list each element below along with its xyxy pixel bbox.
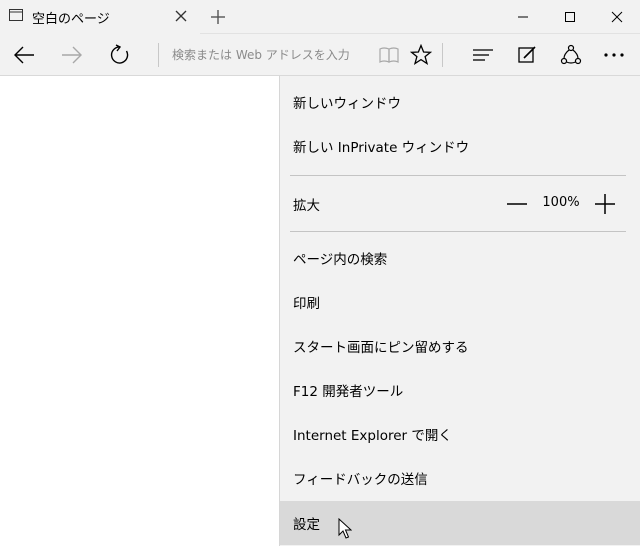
address-bar[interactable]: [160, 34, 375, 76]
page-content-bottom: [279, 546, 640, 556]
minimize-icon: [518, 16, 528, 18]
address-divider: [158, 43, 159, 67]
tab-close-icon[interactable]: [174, 9, 188, 23]
menu-separator: [290, 231, 626, 232]
new-tab-icon[interactable]: [205, 4, 231, 30]
menu-item-label: 新しい InPrivate ウィンドウ: [293, 140, 470, 156]
hub-button[interactable]: [463, 34, 503, 76]
zoom-out-button[interactable]: [502, 190, 532, 218]
tab-title: 空白のページ: [32, 12, 110, 27]
menu-item-label: Internet Explorer で開く: [293, 428, 452, 444]
zoom-value: 100%: [542, 195, 580, 210]
maximize-button[interactable]: [547, 0, 593, 34]
menu-item-print[interactable]: 印刷: [280, 280, 640, 324]
more-actions-menu: 新しいウィンドウ 新しい InPrivate ウィンドウ 拡大 100% ページ…: [279, 76, 640, 546]
navigation-bar: [0, 34, 640, 76]
address-input[interactable]: [172, 46, 372, 64]
menu-item-label: ページ内の検索: [293, 252, 388, 268]
zoom-row: 拡大 100%: [280, 176, 640, 232]
menu-item-f12-developer-tools[interactable]: F12 開発者ツール: [280, 368, 640, 412]
menu-item-label: F12 開発者ツール: [293, 384, 404, 400]
maximize-icon: [565, 12, 575, 22]
menu-item-label: 設定: [293, 517, 320, 533]
browser-tab[interactable]: 空白のページ: [0, 0, 200, 34]
back-arrow-icon: [14, 46, 34, 64]
book-icon: [379, 47, 399, 63]
back-button[interactable]: [4, 34, 44, 76]
zoom-in-button[interactable]: [590, 190, 620, 218]
close-icon: [611, 11, 623, 23]
menu-item-settings[interactable]: 設定: [280, 501, 640, 545]
page-icon: [9, 9, 23, 21]
title-bar: 空白のページ: [0, 0, 640, 34]
menu-item-open-with-ie[interactable]: Internet Explorer で開く: [280, 412, 640, 456]
share-icon: [560, 44, 582, 65]
forward-arrow-icon: [62, 46, 82, 64]
share-button[interactable]: [551, 34, 591, 76]
refresh-button[interactable]: [100, 34, 140, 76]
hub-icon: [473, 49, 493, 61]
zoom-label: 拡大: [293, 198, 320, 214]
menu-item-label: フィードバックの送信: [293, 472, 428, 488]
web-note-icon: [518, 46, 536, 63]
menu-item-new-inprivate-window[interactable]: 新しい InPrivate ウィンドウ: [280, 124, 640, 168]
menu-item-new-window[interactable]: 新しいウィンドウ: [280, 80, 640, 124]
close-button[interactable]: [594, 0, 640, 34]
menu-item-label: 印刷: [293, 296, 320, 312]
web-note-button[interactable]: [507, 34, 547, 76]
refresh-icon: [110, 44, 129, 64]
menu-item-label: 新しいウィンドウ: [293, 96, 401, 112]
minus-icon: [507, 203, 527, 205]
minimize-button[interactable]: [500, 0, 546, 34]
page-content: [0, 76, 279, 556]
star-icon: [410, 44, 432, 65]
toolbar-divider: [442, 43, 443, 67]
more-actions-button[interactable]: [594, 34, 634, 76]
more-icon: [604, 53, 624, 57]
menu-item-find-on-page[interactable]: ページ内の検索: [280, 236, 640, 280]
forward-button[interactable]: [52, 34, 92, 76]
menu-item-send-feedback[interactable]: フィードバックの送信: [280, 456, 640, 500]
favorite-button[interactable]: [401, 34, 441, 76]
plus-icon: [595, 194, 615, 214]
menu-item-label: スタート画面にピン留めする: [293, 340, 469, 356]
menu-item-pin-to-start[interactable]: スタート画面にピン留めする: [280, 324, 640, 368]
mouse-cursor-icon: [338, 518, 352, 539]
